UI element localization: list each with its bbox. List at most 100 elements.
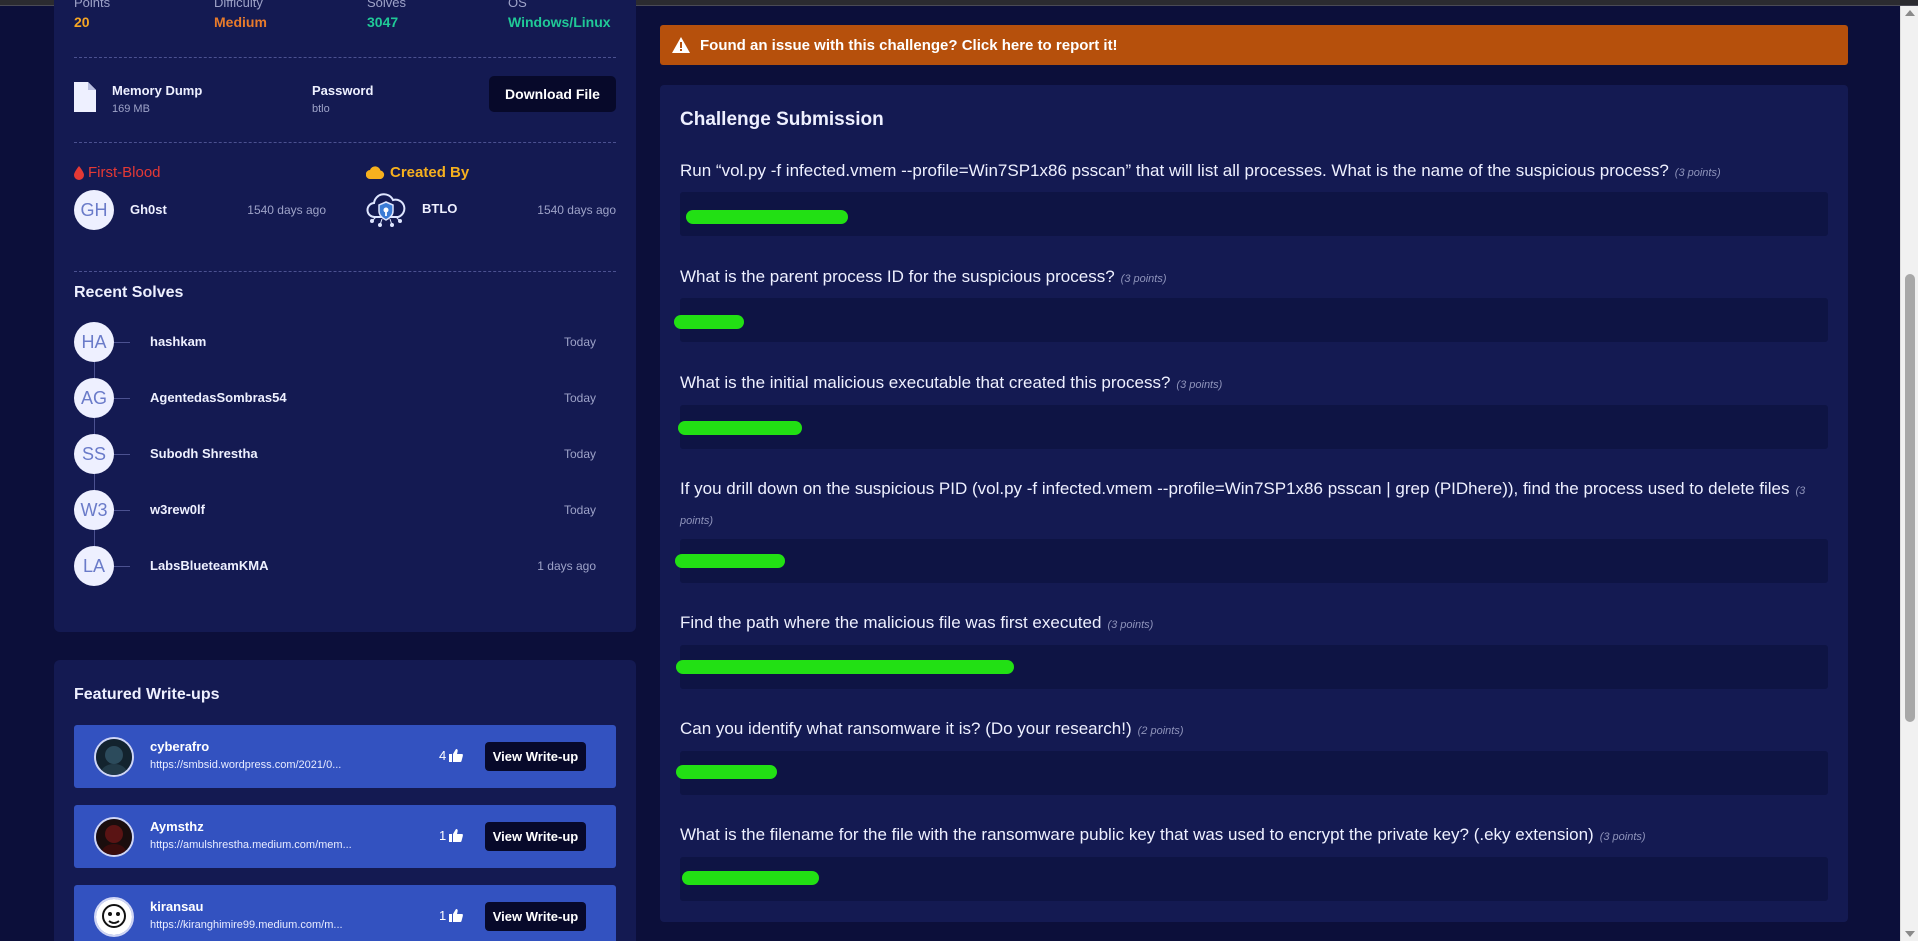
answer-input-2[interactable] xyxy=(680,298,1828,342)
writeup-item[interactable]: kiransau https://kiranghimire99.medium.c… xyxy=(74,885,616,941)
solver-name: Subodh Shrestha xyxy=(150,446,258,461)
stat-value: Medium xyxy=(214,14,267,30)
answer-input-1[interactable] xyxy=(680,192,1828,236)
question-text: Can you identify what ransomware it is? … xyxy=(680,719,1132,738)
stat-value: 3047 xyxy=(367,14,399,30)
list-item[interactable]: LA LabsBlueteamKMA 1 days ago xyxy=(74,546,596,586)
first-blood-heading: First-Blood xyxy=(74,164,161,181)
featured-writeups-card: Featured Write-ups cyberafro https://smb… xyxy=(54,660,636,941)
answer-input-3[interactable] xyxy=(680,405,1828,449)
question-points: (3 points) xyxy=(1120,273,1167,285)
question-1: Run “vol.py -f infected.vmem --profile=W… xyxy=(680,157,1828,187)
challenge-submission-title: Challenge Submission xyxy=(680,109,884,130)
stat-label: Difficulty xyxy=(214,0,263,10)
redacted-answer xyxy=(676,660,1014,674)
first-blood-time: 1540 days ago xyxy=(247,203,326,217)
first-blood-label: First-Blood xyxy=(88,164,161,181)
btlo-logo-icon xyxy=(366,193,406,227)
divider xyxy=(74,142,616,143)
view-writeup-button[interactable]: View Write-up xyxy=(485,902,586,931)
file-icon xyxy=(74,82,96,112)
stat-difficulty: Difficulty Medium xyxy=(214,0,267,30)
creator-username: BTLO xyxy=(422,201,458,216)
solver-name: AgentedasSombras54 xyxy=(150,390,287,405)
stat-os: OS Windows/Linux xyxy=(508,0,611,30)
answer-input-6[interactable] xyxy=(680,751,1828,795)
warning-icon xyxy=(672,37,690,53)
timeline-tick xyxy=(114,566,130,567)
answer-input-4[interactable] xyxy=(680,539,1828,583)
writeup-likes[interactable]: 4 xyxy=(439,748,464,763)
scrollbar-thumb[interactable] xyxy=(1905,274,1915,722)
scroll-down-arrow-icon[interactable] xyxy=(1905,931,1915,937)
featured-writeups-title: Featured Write-ups xyxy=(74,686,220,703)
writeup-likes[interactable]: 1 xyxy=(439,828,464,843)
list-item[interactable]: W3 w3rew0lf Today xyxy=(74,490,596,530)
list-item[interactable]: HA hashkam Today xyxy=(74,322,596,362)
solve-time: Today xyxy=(563,335,596,349)
writeup-likes[interactable]: 1 xyxy=(439,908,464,923)
writeup-item[interactable]: Aymsthz https://amulshrestha.medium.com/… xyxy=(74,805,616,868)
thumbs-up-icon xyxy=(449,749,464,762)
question-text: Find the path where the malicious file w… xyxy=(680,613,1102,632)
writeup-url[interactable]: https://kiranghimire99.medium.com/m... xyxy=(150,919,343,931)
first-blood-username: Gh0st xyxy=(130,202,167,217)
stat-label: Solves xyxy=(367,0,407,10)
report-issue-text: Found an issue with this challenge? Clic… xyxy=(700,36,1118,54)
solver-name: LabsBlueteamKMA xyxy=(150,558,269,573)
question-6: Can you identify what ransomware it is? … xyxy=(680,715,1828,745)
avatar xyxy=(94,817,134,857)
thumbs-up-icon xyxy=(449,829,464,842)
writeup-item[interactable]: cyberafro https://smbsid.wordpress.com/2… xyxy=(74,725,616,788)
redacted-answer xyxy=(678,421,802,435)
question-points: (3 points) xyxy=(1674,167,1721,179)
created-by-label: Created By xyxy=(390,164,470,181)
stat-points: Points 20 xyxy=(74,0,110,30)
question-4: If you drill down on the suspicious PID … xyxy=(680,475,1828,535)
divider xyxy=(74,271,616,272)
list-item[interactable]: AG AgentedasSombras54 Today xyxy=(74,378,596,418)
scroll-up-arrow-icon[interactable] xyxy=(1905,10,1915,16)
creator-time: 1540 days ago xyxy=(537,203,616,217)
solver-name: hashkam xyxy=(150,334,207,349)
avatar: SS xyxy=(74,434,114,474)
first-blood-user[interactable]: GH Gh0st 1540 days ago xyxy=(74,190,326,230)
stat-value: Windows/Linux xyxy=(508,14,611,30)
answer-input-7[interactable] xyxy=(680,857,1828,901)
file-row: Memory Dump 169 MB Password btlo Downloa… xyxy=(74,76,616,122)
view-writeup-button[interactable]: View Write-up xyxy=(485,742,586,771)
creator-user[interactable]: BTLO 1540 days ago xyxy=(366,190,616,230)
question-text: What is the filename for the file with t… xyxy=(680,825,1594,844)
report-issue-banner[interactable]: Found an issue with this challenge? Clic… xyxy=(660,25,1848,65)
avatar: GH xyxy=(74,190,114,230)
writeup-url[interactable]: https://amulshrestha.medium.com/mem... xyxy=(150,839,352,851)
likes-count: 1 xyxy=(439,908,447,923)
challenge-submission-card: Challenge Submission Run “vol.py -f infe… xyxy=(660,85,1848,922)
recent-solves-title: Recent Solves xyxy=(74,284,184,301)
writeup-url[interactable]: https://smbsid.wordpress.com/2021/0... xyxy=(150,759,341,771)
timeline-tick xyxy=(114,454,130,455)
redacted-answer xyxy=(682,871,819,885)
question-text: What is the initial malicious executable… xyxy=(680,373,1171,392)
question-3: What is the initial malicious executable… xyxy=(680,369,1828,399)
question-points: (2 points) xyxy=(1137,725,1184,737)
avatar: W3 xyxy=(74,490,114,530)
writeup-author: cyberafro xyxy=(150,739,210,754)
page-scrollbar[interactable] xyxy=(1900,6,1918,941)
list-item[interactable]: SS Subodh Shrestha Today xyxy=(74,434,596,474)
question-text: Run “vol.py -f infected.vmem --profile=W… xyxy=(680,161,1669,180)
solver-name: w3rew0lf xyxy=(150,502,205,517)
avatar xyxy=(94,737,134,777)
stat-label: Points xyxy=(74,0,111,10)
blood-drop-icon xyxy=(74,165,84,180)
writeup-author: kiransau xyxy=(150,899,204,914)
thumbs-up-icon xyxy=(449,909,464,922)
cloud-icon xyxy=(366,166,385,179)
challenge-stats: Points 20 Difficulty Medium Solves 3047 … xyxy=(74,0,616,30)
redacted-answer xyxy=(676,765,777,779)
download-file-button[interactable]: Download File xyxy=(489,76,616,112)
divider xyxy=(74,57,616,58)
timeline-tick xyxy=(114,510,130,511)
view-writeup-button[interactable]: View Write-up xyxy=(485,822,586,851)
password-label: Password xyxy=(312,83,374,98)
